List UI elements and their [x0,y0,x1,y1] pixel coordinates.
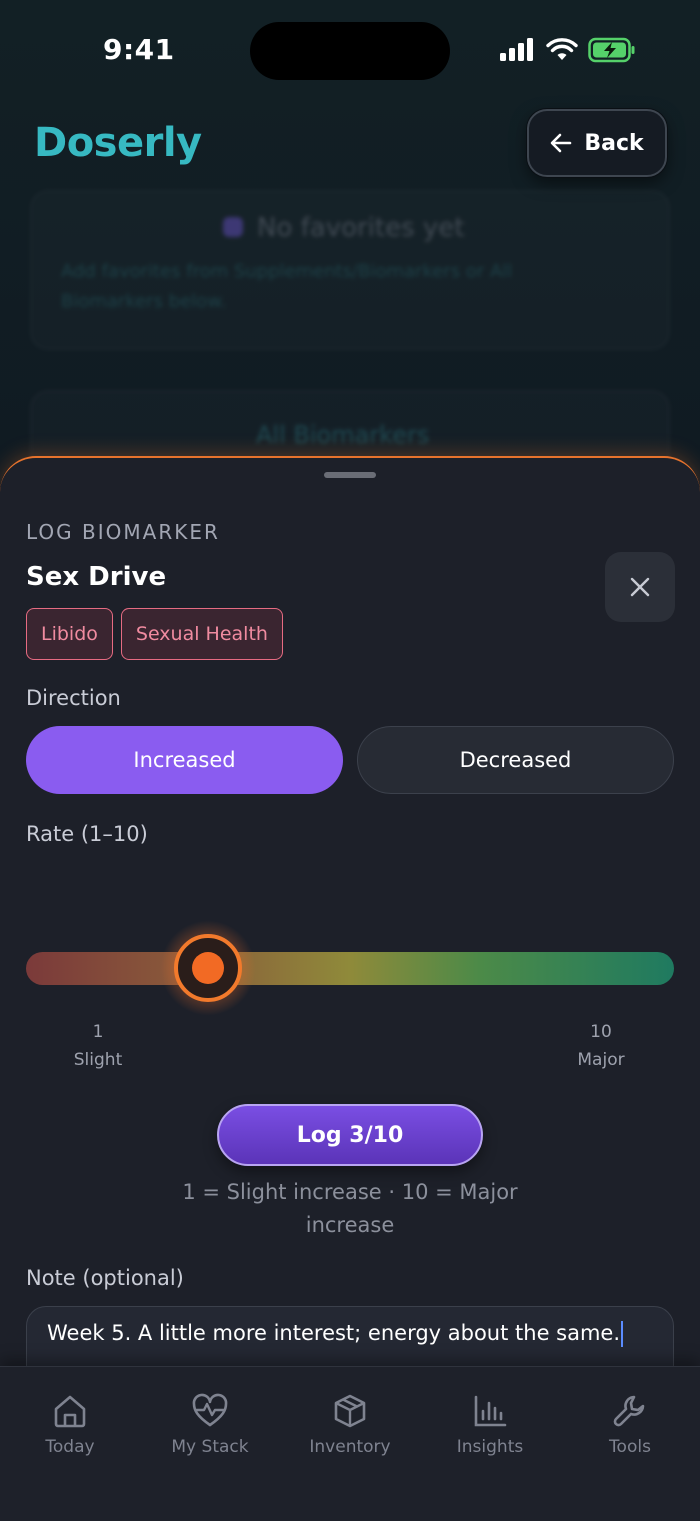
rate-slider-thumb[interactable] [173,934,242,1002]
direction-increased-button[interactable]: Increased [26,726,343,794]
rate-helper-text: 1 = Slight increase · 10 = Major increas… [182,1180,518,1237]
direction-label: Direction [26,686,121,710]
home-icon [54,1395,86,1428]
rate-slider-thumb-core [191,952,224,984]
close-button[interactable] [605,552,675,622]
tab-insights-label: Insights [456,1437,524,1457]
heart-pulse-icon [192,1393,228,1427]
arrow-left-icon [551,133,572,153]
favorites-empty-line1: Add favorites from Supplements/Biomarker… [61,261,513,282]
tab-my-stack-label: My Stack [171,1437,249,1457]
rate-min-caption: Slight [73,1050,123,1070]
rate-label: Rate (1–10) [26,822,148,846]
wifi-icon [546,38,578,60]
rate-max-caption: Major [577,1050,625,1070]
dynamic-island [250,22,450,80]
tab-today[interactable]: Today [0,1393,140,1457]
back-button[interactable]: Back [527,109,667,177]
tag-sexual-health: Sexual Health [120,608,283,660]
star-icon [223,217,243,237]
tab-my-stack[interactable]: My Stack [140,1393,280,1457]
note-input-value: Week 5. A little more interest; energy a… [47,1321,621,1345]
biomarker-title: Sex Drive [26,562,167,592]
rate-slider-track[interactable] [26,952,674,985]
wrench-icon [613,1395,645,1427]
tab-tools[interactable]: Tools [560,1393,700,1457]
all-biomarkers-label: All Biomarkers [256,421,430,449]
close-icon [630,577,650,597]
tab-inventory-label: Inventory [309,1437,391,1457]
favorites-empty-line2: Biomarkers below. [61,291,226,312]
tab-today-label: Today [45,1437,95,1457]
favorites-empty-title: No favorites yet [257,213,465,243]
tag-libido: Libido [26,608,113,660]
tab-tools-label: Tools [609,1437,651,1457]
cellular-signal-icon [500,38,533,61]
note-label: Note (optional) [26,1266,184,1290]
tab-bar: Today My Stack Inventory Insights Tools [0,1366,700,1521]
log-biomarker-sheet: LOG BIOMARKER Sex Drive Libido Sexual He… [0,456,700,1521]
favorites-card: No favorites yet Add favorites from Supp… [30,190,670,350]
box-icon [334,1394,366,1428]
biomarker-tags: Libido Sexual Health [26,608,283,660]
bar-chart-icon [474,1395,507,1427]
tab-inventory[interactable]: Inventory [280,1393,420,1457]
direction-decreased-button[interactable]: Decreased [357,726,674,794]
sheet-grabber[interactable] [324,472,376,478]
log-button[interactable]: Log 3/10 [217,1104,483,1166]
rate-max-value: 10 [590,1022,612,1042]
text-caret [621,1321,624,1347]
status-bar: 9:41 [0,0,700,100]
status-time: 9:41 [103,33,175,66]
tab-insights[interactable]: Insights [420,1393,560,1457]
battery-charging-icon [588,37,635,63]
sheet-eyebrow: LOG BIOMARKER [26,520,220,544]
status-icons [500,37,636,63]
rate-min-value: 1 [92,1022,104,1042]
rate-slider[interactable] [26,920,674,1016]
back-button-label: Back [584,130,644,156]
app-logo: Doserly [34,120,202,166]
